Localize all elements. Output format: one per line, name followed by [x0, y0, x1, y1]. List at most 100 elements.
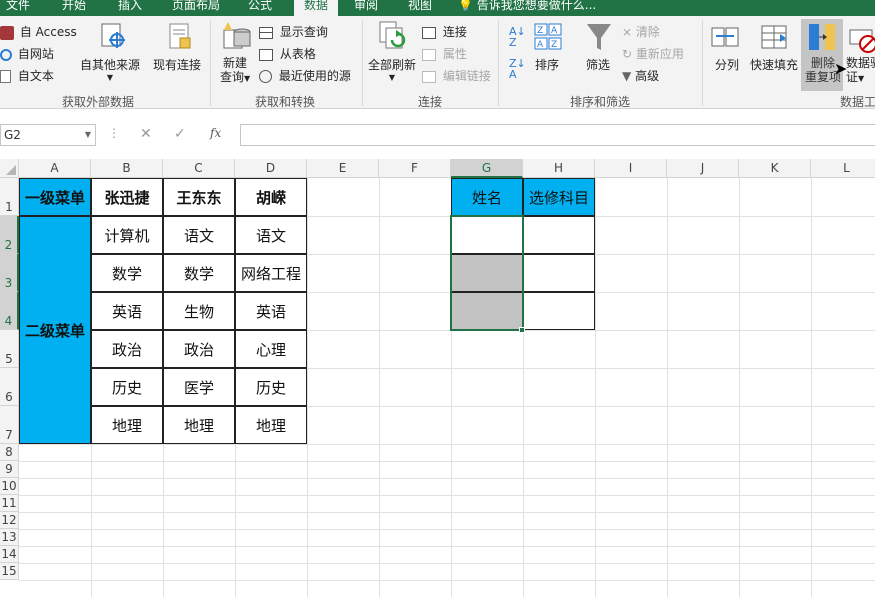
row-header[interactable]: 1 [0, 178, 19, 216]
tab-insert[interactable]: 插入 [118, 0, 142, 16]
cell-a2-merged[interactable]: 二级菜单 [19, 216, 91, 444]
flash-fill-button[interactable]: 快速填充 [750, 56, 798, 73]
data-validation-button[interactable]: 数据验 证▼ [846, 56, 875, 86]
sort-descending-button[interactable]: Z↓ A [509, 58, 526, 80]
column-header[interactable]: K [739, 159, 811, 178]
cell-d7[interactable]: 地理 [235, 406, 307, 444]
row-header[interactable]: 7 [0, 406, 19, 444]
column-header[interactable]: L [811, 159, 875, 178]
select-all-button[interactable] [0, 159, 19, 178]
recent-sources-button[interactable]: 最近使用的源 [259, 67, 351, 84]
from-table-button[interactable]: 从表格 [259, 45, 316, 62]
row-header[interactable]: 10 [0, 478, 19, 495]
cell-h1[interactable]: 选修科目 [523, 178, 595, 216]
cell-b7[interactable]: 地理 [91, 406, 163, 444]
gridline [19, 580, 875, 581]
cell-b6[interactable]: 历史 [91, 368, 163, 406]
reapply-button[interactable]: ↻ 重新应用 [622, 45, 684, 62]
column-header[interactable]: H [523, 159, 595, 178]
show-queries-button[interactable]: 显示查询 [259, 23, 328, 40]
cell-d3[interactable]: 网络工程 [235, 254, 307, 292]
cell-d2[interactable]: 语文 [235, 216, 307, 254]
cell-d4[interactable]: 英语 [235, 292, 307, 330]
formula-input[interactable] [240, 124, 875, 146]
cell-b1[interactable]: 张迅捷 [91, 178, 163, 216]
cell-a1[interactable]: 一级菜单 [19, 178, 91, 216]
text-to-columns-button[interactable]: 分列 [715, 56, 739, 73]
from-access-button[interactable]: 自 Access [0, 23, 77, 40]
cell-c7[interactable]: 地理 [163, 406, 235, 444]
remove-duplicates-button[interactable]: 删除 重复项 [801, 19, 843, 91]
connections-button[interactable]: 连接 [422, 23, 467, 40]
row-header[interactable]: 8 [0, 444, 19, 461]
tab-page-layout[interactable]: 页面布局 [172, 0, 220, 16]
row-header[interactable]: 11 [0, 495, 19, 512]
cell-g1[interactable]: 姓名 [451, 178, 523, 216]
gridline [19, 478, 875, 479]
name-box[interactable]: G2 ▼ [0, 124, 96, 146]
tab-formulas[interactable]: 公式 [248, 0, 272, 16]
row-header[interactable]: 15 [0, 563, 19, 580]
filter-button[interactable]: 筛选 [586, 56, 610, 73]
cell-c3[interactable]: 数学 [163, 254, 235, 292]
cell-b3[interactable]: 数学 [91, 254, 163, 292]
cell-c1[interactable]: 王东东 [163, 178, 235, 216]
row-header[interactable]: 14 [0, 546, 19, 563]
gridline [379, 178, 380, 597]
column-header[interactable]: J [667, 159, 739, 178]
tab-data[interactable]: 数据 [294, 0, 339, 16]
tab-view[interactable]: 视图 [408, 0, 432, 16]
tab-review[interactable]: 审阅 [354, 0, 378, 16]
gridline [811, 178, 812, 597]
cell-c5[interactable]: 政治 [163, 330, 235, 368]
cell-h2[interactable] [523, 216, 595, 254]
column-header-selected[interactable]: G [451, 159, 523, 178]
row-header-selected[interactable]: 3 [0, 254, 19, 292]
reapply-icon: ↻ [622, 47, 633, 61]
row-header[interactable]: 6 [0, 368, 19, 406]
clear-button[interactable]: ⨯ 清除 [622, 23, 660, 40]
row-header[interactable]: 13 [0, 529, 19, 546]
sort-ascending-button[interactable]: A↓ Z [509, 26, 526, 48]
cell-b4[interactable]: 英语 [91, 292, 163, 330]
edit-links-button[interactable]: 编辑链接 [422, 67, 491, 84]
row-header[interactable]: 12 [0, 512, 19, 529]
cell-d5[interactable]: 心理 [235, 330, 307, 368]
tell-me-box[interactable]: 💡 告诉我您想要做什么... [458, 0, 596, 16]
cell-d6[interactable]: 历史 [235, 368, 307, 406]
cell-h3[interactable] [523, 254, 595, 292]
advanced-button[interactable]: ▼ 高级 [622, 67, 659, 84]
from-text-button[interactable]: 自文本 [0, 67, 54, 84]
row-header[interactable]: 5 [0, 330, 19, 368]
insert-function-button[interactable]: fx [210, 126, 221, 140]
cell-h4[interactable] [523, 292, 595, 330]
cell-c4[interactable]: 生物 [163, 292, 235, 330]
existing-connections-button[interactable]: 现有连接 [153, 56, 201, 73]
column-header[interactable]: I [595, 159, 667, 178]
cell-b5[interactable]: 政治 [91, 330, 163, 368]
sort-button[interactable]: 排序 [535, 56, 559, 73]
fill-handle[interactable] [519, 327, 525, 333]
column-header[interactable]: A [19, 159, 91, 178]
cell-d1[interactable]: 胡嵘 [235, 178, 307, 216]
column-header[interactable]: D [235, 159, 307, 178]
column-header[interactable]: F [379, 159, 451, 178]
from-web-button[interactable]: 自网站 [0, 45, 54, 62]
refresh-all-button[interactable]: 全部刷新 ▼ [367, 56, 417, 82]
enter-icon[interactable]: ✓ [174, 126, 186, 142]
row-header-selected[interactable]: 4 [0, 292, 19, 330]
tab-home[interactable]: 开始 [62, 0, 86, 16]
other-sources-button[interactable]: 自其他来源 ▼ [80, 56, 140, 82]
cell-b2[interactable]: 计算机 [91, 216, 163, 254]
cell-c6[interactable]: 医学 [163, 368, 235, 406]
column-header[interactable]: E [307, 159, 379, 178]
cell-c2[interactable]: 语文 [163, 216, 235, 254]
tab-file[interactable]: 文件 [6, 0, 30, 16]
column-header[interactable]: B [91, 159, 163, 178]
new-query-button[interactable]: 新建 查询▼ [220, 56, 250, 86]
column-header[interactable]: C [163, 159, 235, 178]
row-header[interactable]: 9 [0, 461, 19, 478]
cancel-icon[interactable]: ✕ [140, 126, 152, 142]
row-header-selected[interactable]: 2 [0, 216, 19, 254]
properties-button[interactable]: 属性 [422, 45, 467, 62]
